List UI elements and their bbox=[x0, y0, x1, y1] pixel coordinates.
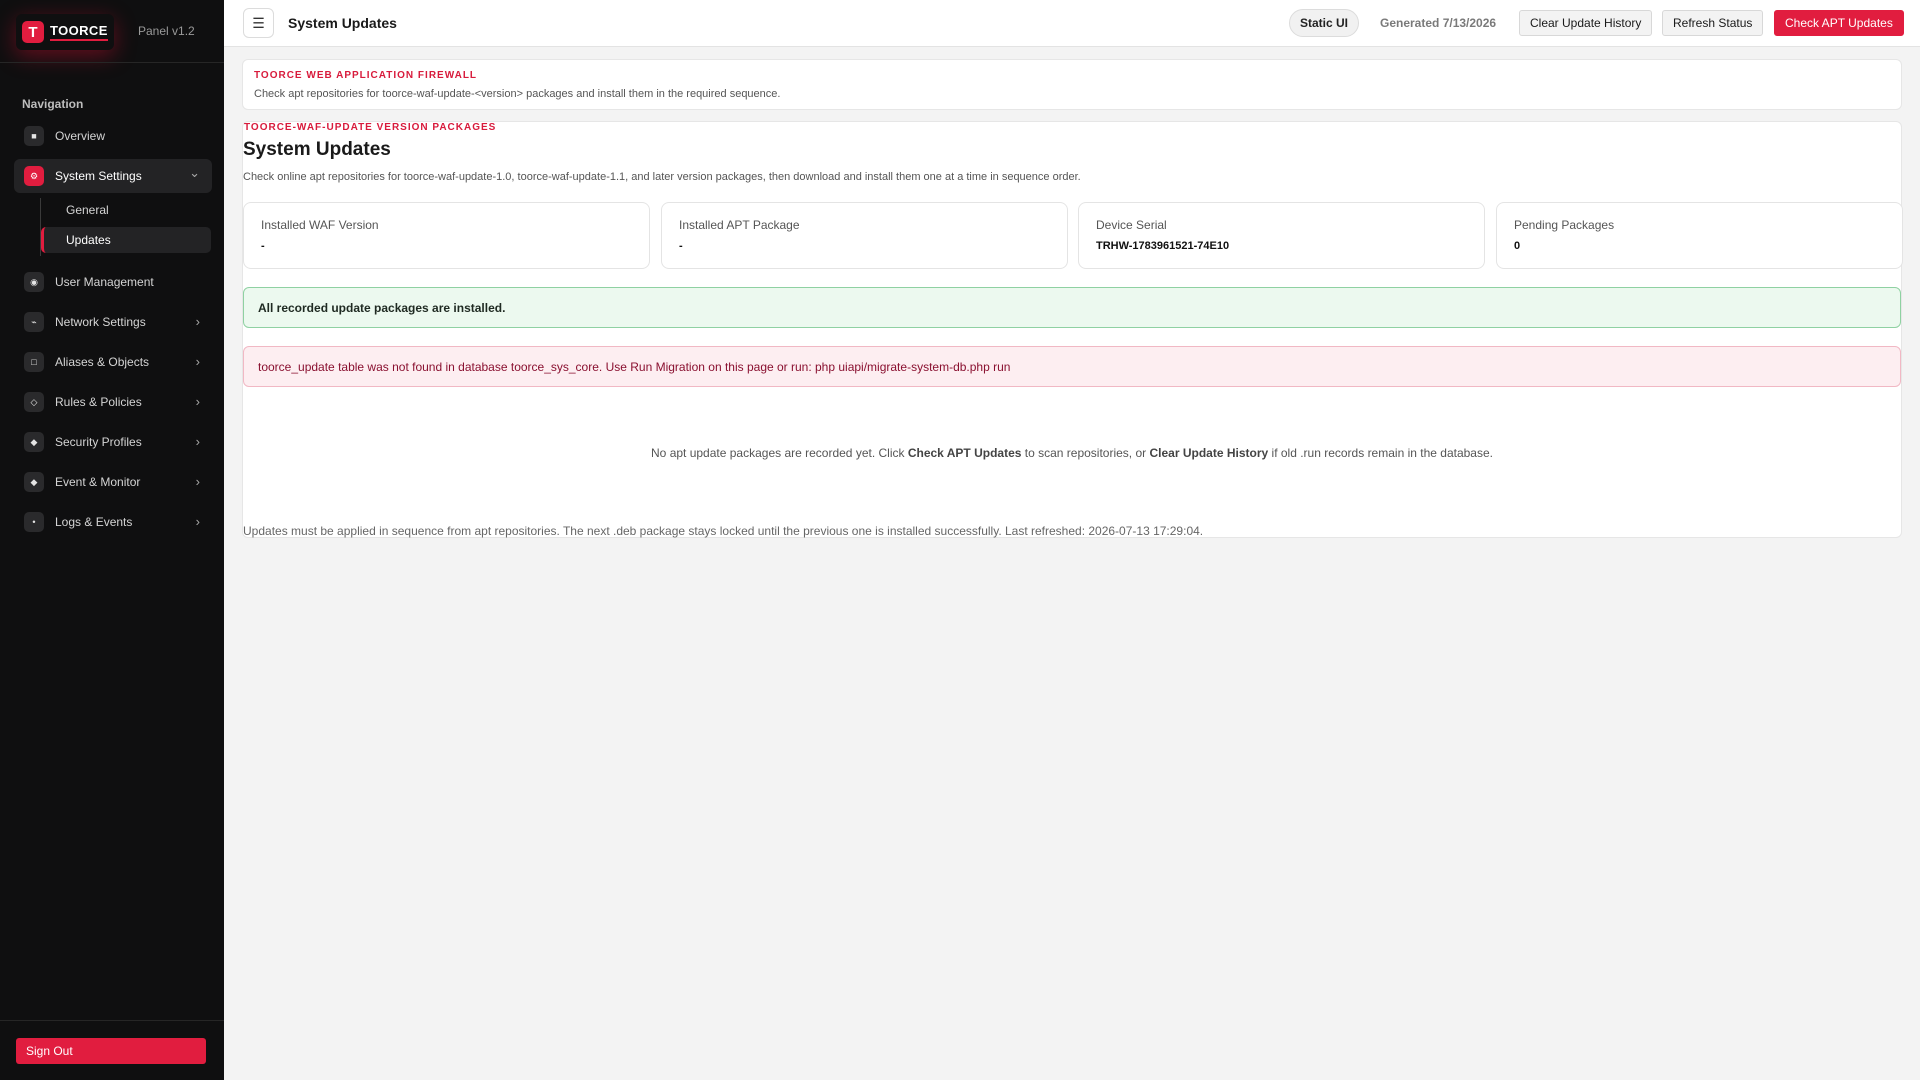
check-apt-updates-button[interactable]: Check APT Updates bbox=[1774, 10, 1904, 36]
sidebar-item-user-management[interactable]: ◉ User Management bbox=[14, 265, 212, 299]
sidebar-item-system-settings[interactable]: ⚙ System Settings ⌄ bbox=[14, 159, 212, 193]
sidebar-item-security-profiles[interactable]: ◆ Security Profiles › bbox=[14, 425, 212, 459]
chevron-right-icon: › bbox=[195, 514, 200, 529]
sidebar-bottom-divider bbox=[0, 1020, 224, 1021]
intro-text: Check apt repositories for toorce-waf-up… bbox=[254, 88, 781, 100]
gear-icon: ⚙ bbox=[24, 166, 44, 186]
topbar: ☰ System Updates Static UI Generated 7/1… bbox=[224, 0, 1920, 47]
stat-label: Device Serial bbox=[1096, 218, 1167, 232]
sidebar-item-network-settings[interactable]: ⌁ Network Settings › bbox=[14, 305, 212, 339]
intro-eyebrow: TOORCE WEB APPLICATION FIREWALL bbox=[254, 70, 478, 81]
refresh-status-button[interactable]: Refresh Status bbox=[1662, 10, 1764, 36]
stat-value: - bbox=[679, 240, 683, 252]
stat-value: TRHW-1783961521-74E10 bbox=[1096, 240, 1230, 252]
nav-heading: Navigation bbox=[22, 97, 84, 111]
shield-icon: ◆ bbox=[24, 432, 44, 452]
success-alert: All recorded update packages are install… bbox=[243, 287, 1901, 328]
sidebar-item-label: Logs & Events bbox=[55, 515, 133, 529]
sidebar-item-label: Event & Monitor bbox=[55, 475, 141, 489]
sidebar-item-rules-policies[interactable]: ◇ Rules & Policies › bbox=[14, 385, 212, 419]
sidebar-item-label: User Management bbox=[55, 275, 154, 289]
empty-text: if old .run records remain in the databa… bbox=[1268, 446, 1493, 460]
clear-update-history-button[interactable]: Clear Update History bbox=[1519, 10, 1653, 36]
menu-toggle-button[interactable]: ☰ bbox=[243, 8, 274, 38]
sidebar-item-label: Network Settings bbox=[55, 315, 146, 329]
stat-installed-waf-version: Installed WAF Version - bbox=[243, 202, 650, 269]
page-title: System Updates bbox=[288, 15, 397, 31]
footer-note: Updates must be applied in sequence from… bbox=[243, 524, 1204, 538]
sidebar-subitem-updates[interactable]: Updates bbox=[41, 227, 211, 253]
stat-installed-apt-package: Installed APT Package - bbox=[661, 202, 1068, 269]
empty-text: No apt update packages are recorded yet.… bbox=[651, 446, 908, 460]
sidebar-item-aliases-objects[interactable]: □ Aliases & Objects › bbox=[14, 345, 212, 379]
section-eyebrow: TOORCE-WAF-UPDATE VERSION PACKAGES bbox=[244, 122, 497, 133]
stat-label: Pending Packages bbox=[1514, 218, 1615, 232]
stat-device-serial: Device Serial TRHW-1783961521-74E10 bbox=[1078, 202, 1485, 269]
error-alert: toorce_update table was not found in dat… bbox=[243, 346, 1901, 387]
user-icon: ◉ bbox=[24, 272, 44, 292]
hamburger-icon: ☰ bbox=[252, 14, 265, 31]
network-icon: ⌁ bbox=[24, 312, 44, 332]
sign-out-button[interactable]: Sign Out bbox=[16, 1038, 206, 1064]
chevron-right-icon: › bbox=[195, 354, 200, 369]
section-title: System Updates bbox=[243, 139, 391, 160]
sidebar-divider bbox=[0, 62, 224, 63]
stat-value: 0 bbox=[1514, 240, 1521, 252]
sidebar: T TOORCE Panel v1.2 Navigation ■ Overvie… bbox=[0, 0, 224, 1080]
updates-card bbox=[242, 121, 1902, 538]
panel-version: Panel v1.2 bbox=[138, 24, 195, 38]
brand-logo[interactable]: T TOORCE bbox=[16, 14, 114, 50]
generated-date: Generated 7/13/2026 bbox=[1380, 16, 1497, 30]
logs-icon: • bbox=[24, 512, 44, 532]
empty-state-message: No apt update packages are recorded yet.… bbox=[243, 446, 1901, 460]
empty-clear-history-link: Clear Update History bbox=[1149, 446, 1269, 460]
grid-icon: ■ bbox=[24, 126, 44, 146]
static-ui-badge: Static UI bbox=[1289, 9, 1360, 37]
chevron-right-icon: › bbox=[195, 314, 200, 329]
monitor-icon: ◆ bbox=[24, 472, 44, 492]
sidebar-item-logs-events[interactable]: • Logs & Events › bbox=[14, 505, 212, 539]
chevron-right-icon: › bbox=[195, 474, 200, 489]
stat-value: - bbox=[261, 240, 265, 252]
section-description: Check online apt repositories for toorce… bbox=[243, 171, 1081, 183]
sidebar-item-label: Aliases & Objects bbox=[55, 355, 150, 369]
rules-icon: ◇ bbox=[24, 392, 44, 412]
stat-label: Installed APT Package bbox=[679, 218, 800, 232]
stat-pending-packages: Pending Packages 0 bbox=[1496, 202, 1903, 269]
sidebar-item-label: System Settings bbox=[55, 169, 142, 183]
brand-name: TOORCE bbox=[50, 23, 108, 41]
sidebar-item-label: Rules & Policies bbox=[55, 395, 142, 409]
sidebar-item-overview[interactable]: ■ Overview bbox=[14, 119, 212, 153]
chevron-down-icon: ⌄ bbox=[189, 165, 200, 180]
empty-text: to scan repositories, or bbox=[1021, 446, 1150, 460]
chevron-right-icon: › bbox=[195, 434, 200, 449]
sidebar-item-label: Security Profiles bbox=[55, 435, 142, 449]
chevron-right-icon: › bbox=[195, 394, 200, 409]
stat-label: Installed WAF Version bbox=[261, 218, 379, 232]
sidebar-item-label: Overview bbox=[55, 129, 106, 143]
sidebar-item-event-monitor[interactable]: ◆ Event & Monitor › bbox=[14, 465, 212, 499]
intro-card: TOORCE WEB APPLICATION FIREWALL Check ap… bbox=[242, 59, 1902, 110]
empty-check-apt-link: Check APT Updates bbox=[907, 446, 1022, 460]
object-icon: □ bbox=[24, 352, 44, 372]
sidebar-subitem-general[interactable]: General bbox=[41, 197, 211, 223]
toorce-logo-icon: T bbox=[22, 21, 44, 43]
